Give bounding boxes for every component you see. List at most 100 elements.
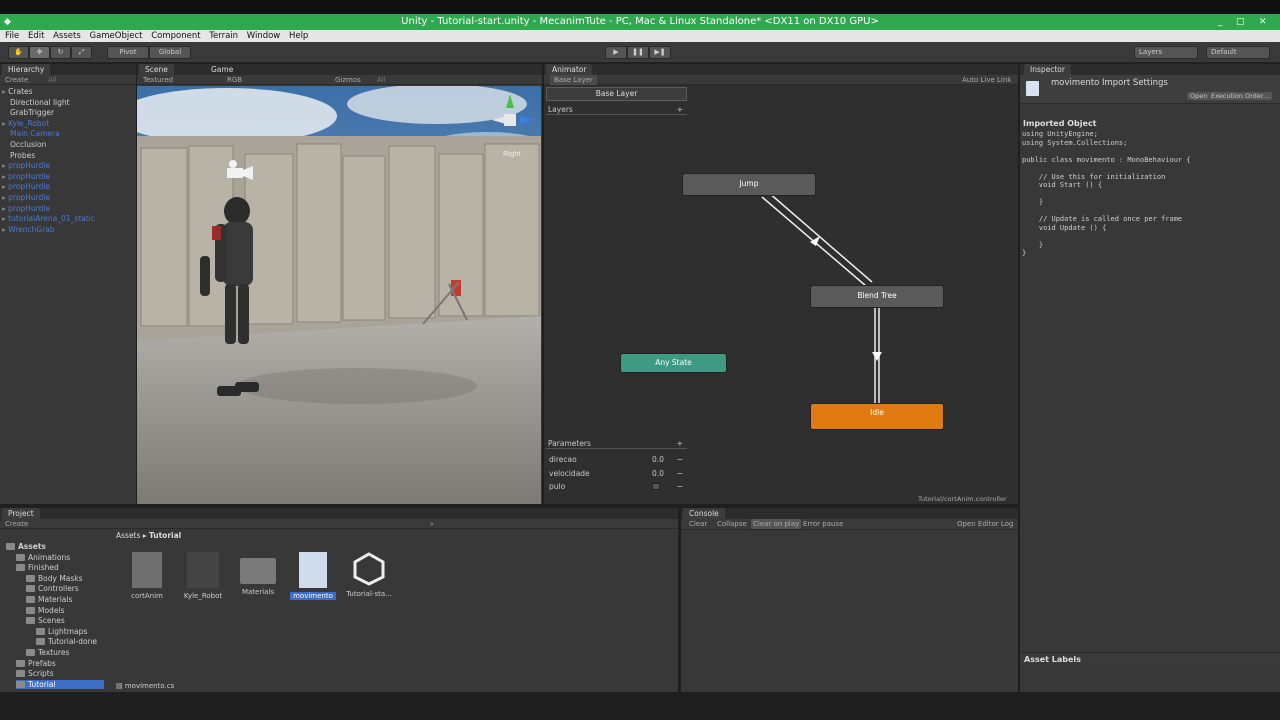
folder-icon (16, 553, 25, 561)
global-button[interactable]: Global (149, 46, 191, 59)
hierarchy-item[interactable]: ▸ propHurdle (0, 172, 136, 183)
pause-button[interactable]: ❚❚ (627, 46, 649, 59)
hierarchy-item[interactable]: ▸ propHurdle (0, 161, 136, 172)
menu-assets[interactable]: Assets (53, 30, 81, 42)
gizmos-dropdown[interactable]: Gizmos (335, 75, 361, 85)
inspector-panel: Inspector movimento Import Settings Open… (1020, 64, 1280, 692)
project-tree-item[interactable]: Textures (26, 648, 69, 657)
project-tree-item[interactable]: Body Masks (26, 574, 83, 583)
hierarchy-item[interactable]: ▸ Crates (0, 87, 136, 98)
parameter-row[interactable]: velocidade 0.0 − (546, 467, 687, 481)
project-tree-item[interactable]: Assets (6, 542, 46, 551)
console-clear-button[interactable]: Clear (689, 519, 707, 529)
menu-window[interactable]: Window (247, 30, 281, 42)
parameter-value-field[interactable]: 0.0 (652, 467, 664, 480)
play-button[interactable]: ▶ (605, 46, 627, 59)
pivot-button[interactable]: Pivot (107, 46, 149, 59)
hierarchy-item[interactable]: GrabTrigger (0, 108, 136, 119)
open-editor-log-button[interactable]: Open Editor Log (957, 519, 1013, 529)
state-any-state[interactable]: Any State (620, 353, 727, 373)
step-button[interactable]: ▶❚ (649, 46, 671, 59)
asset-kyle-robot[interactable]: Kyle_Robot (175, 552, 231, 600)
add-parameter-icon[interactable]: + (677, 438, 683, 449)
parameter-name: pulo (549, 482, 566, 491)
hand-tool-icon[interactable]: ✋ (8, 46, 29, 59)
tab-inspector[interactable]: Inspector (1024, 64, 1071, 75)
minimize-icon[interactable]: _ (1218, 14, 1223, 30)
parameter-bool-checkbox[interactable] (652, 483, 660, 490)
state-jump[interactable]: Jump (682, 173, 816, 196)
asset-labels-header[interactable]: Asset Labels (1020, 652, 1280, 665)
hierarchy-search[interactable]: All (48, 75, 57, 85)
menu-terrain[interactable]: Terrain (209, 30, 238, 42)
menu-help[interactable]: Help (289, 30, 308, 42)
hierarchy-item[interactable]: ▸ WrenchGrab (0, 225, 136, 236)
animator-controller-icon (132, 552, 162, 588)
hierarchy-item[interactable]: ▸ propHurdle (0, 204, 136, 215)
close-icon[interactable]: ✕ (1259, 14, 1267, 30)
hierarchy-item[interactable]: Directional light (0, 98, 136, 109)
folder-icon (26, 606, 35, 614)
tab-game[interactable]: Game (205, 64, 240, 75)
console-collapse-button[interactable]: Collapse (717, 519, 747, 529)
project-tree-item[interactable]: Models (26, 606, 64, 615)
remove-parameter-icon[interactable]: − (677, 467, 683, 480)
tab-console[interactable]: Console (683, 508, 725, 519)
scene-search[interactable]: All (377, 75, 386, 85)
project-tree-item[interactable]: Materials (26, 595, 72, 604)
transition-blend-jump[interactable] (767, 191, 873, 283)
hierarchy-item[interactable]: ▸ Kyle_Robot (0, 119, 136, 130)
project-create-button[interactable]: Create (5, 519, 28, 529)
project-tree-item[interactable]: Tutorial-done (36, 637, 97, 646)
breadcrumb-tutorial[interactable]: Tutorial (149, 531, 181, 540)
asset-materials[interactable]: Materials (230, 552, 286, 596)
project-tree-item[interactable]: Tutorial (16, 679, 104, 689)
project-tree-item[interactable]: Finished (16, 563, 59, 572)
scale-tool-icon[interactable]: ⤢ (71, 46, 92, 59)
breadcrumb-assets[interactable]: Assets (116, 531, 140, 540)
menu-gameobject[interactable]: GameObject (89, 30, 142, 42)
menu-edit[interactable]: Edit (28, 30, 44, 42)
shading-dropdown[interactable]: Textured (143, 75, 173, 85)
project-tree-item[interactable]: Scenes (26, 616, 65, 625)
remove-parameter-icon[interactable]: − (677, 480, 683, 493)
rgb-dropdown[interactable]: RGB (227, 75, 242, 85)
asset-movimento[interactable]: movimento (285, 552, 341, 600)
hierarchy-create-button[interactable]: Create (5, 75, 28, 85)
hierarchy-item[interactable]: Occlusion (0, 140, 136, 151)
scene-viewport[interactable]: Right (137, 86, 541, 504)
move-tool-icon[interactable]: ✥ (29, 46, 50, 59)
maximize-icon[interactable]: □ (1236, 14, 1245, 30)
hierarchy-item[interactable]: ▸ tutorialArena_01_static (0, 214, 136, 225)
menu-component[interactable]: Component (151, 30, 200, 42)
hierarchy-item[interactable]: ▸ propHurdle (0, 182, 136, 193)
state-idle[interactable]: Idle (810, 403, 944, 430)
project-tree-item[interactable]: Lightmaps (36, 627, 87, 636)
project-tree-item[interactable]: Controllers (26, 584, 79, 593)
menu-file[interactable]: File (5, 30, 19, 42)
tab-hierarchy[interactable]: Hierarchy (2, 64, 51, 75)
remove-parameter-icon[interactable]: − (677, 453, 683, 466)
parameter-value-field[interactable]: 0.0 (652, 453, 664, 466)
asset-tutorial-start[interactable]: Tutorial-sta... (341, 552, 397, 598)
layout-dropdown[interactable]: Default (1206, 46, 1270, 59)
window-title: Unity - Tutorial-start.unity - MecanimTu… (401, 16, 879, 27)
project-tree-item[interactable]: Scripts (16, 669, 54, 678)
rotate-tool-icon[interactable]: ↻ (50, 46, 71, 59)
execution-order-button[interactable]: Execution Order... (1208, 92, 1273, 100)
parameter-row[interactable]: direcao 0.0 − (546, 453, 687, 467)
state-blend-tree[interactable]: Blend Tree (810, 285, 944, 308)
parameter-row[interactable]: pulo − (546, 480, 687, 494)
hierarchy-item[interactable]: ▸ propHurdle (0, 193, 136, 204)
tab-scene[interactable]: Scene (139, 64, 174, 75)
hierarchy-item[interactable]: Main Camera (0, 129, 136, 140)
project-search-icon[interactable]: ⌕ (430, 519, 434, 529)
hierarchy-item[interactable]: Probes (0, 151, 136, 162)
asset-cortanim[interactable]: cortAnim (119, 552, 175, 600)
layers-dropdown[interactable]: Layers (1134, 46, 1198, 59)
console-error-pause-button[interactable]: Error pause (803, 519, 843, 529)
project-tree-item[interactable]: Prefabs (16, 659, 56, 668)
project-tree-item[interactable]: Animations (16, 553, 70, 562)
console-clear-on-play-button[interactable]: Clear on play (751, 519, 802, 529)
tab-project[interactable]: Project (2, 508, 40, 519)
